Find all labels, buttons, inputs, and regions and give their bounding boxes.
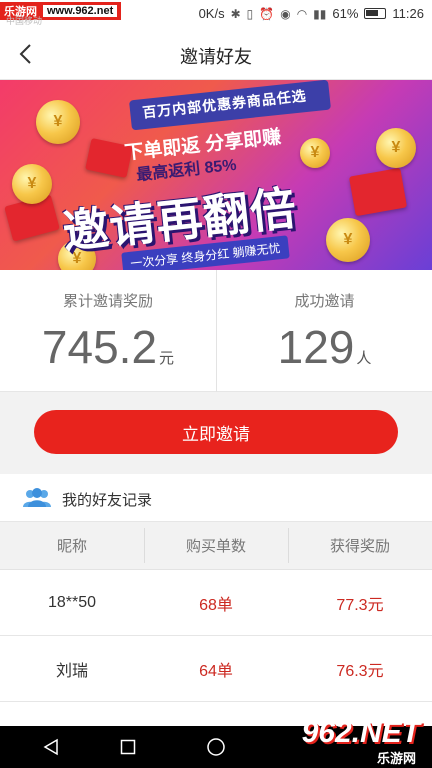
watermark-logo: 962.NET 乐游网 xyxy=(296,712,424,766)
friend-reward: 76.3元 xyxy=(336,662,384,680)
friend-reward: 77.3元 xyxy=(336,596,384,614)
watermark-url: www.962.net xyxy=(43,5,118,17)
table-header: 昵称 购买单数 获得奖励 xyxy=(0,522,432,570)
column-nickname: 昵称 xyxy=(56,538,87,555)
invited-label: 成功邀请 xyxy=(294,293,355,310)
reward-unit: 元 xyxy=(159,350,175,367)
red-envelope-icon xyxy=(348,167,408,217)
table-row: 刘瑞 64单 76.3元 xyxy=(0,636,432,702)
stats-panel: 累计邀请奖励 745.2 元 成功邀请 129 人 xyxy=(0,270,432,392)
battery-icon xyxy=(364,8,387,19)
table-row: 18**50 68单 77.3元 xyxy=(0,570,432,636)
alarm-icon: ⏰ xyxy=(259,6,275,21)
watermark-small: 乐游网 xyxy=(376,751,416,766)
status-bar: 乐游网 www.962.net 中国移动 0K/s ✱ ▯ ⏰ ◉ ◠ ▮▮ 6… xyxy=(0,0,432,28)
eye-icon: ◉ xyxy=(280,6,291,21)
friend-orders: 68单 xyxy=(199,596,233,614)
page-title: 邀请好友 xyxy=(180,47,252,67)
friend-orders: 64单 xyxy=(199,662,233,680)
network-speed: 0K/s xyxy=(198,6,225,21)
clock: 11:26 xyxy=(392,6,424,21)
battery-percent: 61% xyxy=(332,6,359,21)
records-header: 我的好友记录 xyxy=(0,474,432,522)
reward-value: 745.2 xyxy=(41,321,158,373)
column-reward: 获得奖励 xyxy=(288,522,432,569)
watermark-big: 962.NET xyxy=(301,716,420,749)
nav-recent-icon[interactable] xyxy=(120,739,136,755)
navbar: 邀请好友 xyxy=(0,28,432,80)
invited-value: 129 xyxy=(277,321,355,373)
wifi-icon: ◠ xyxy=(296,6,308,21)
coin-icon: ¥ xyxy=(36,100,80,144)
coin-icon: ¥ xyxy=(376,128,416,168)
friend-nickname: 18**50 xyxy=(47,593,97,611)
nav-back-icon[interactable] xyxy=(42,738,60,756)
invite-now-button[interactable]: 立即邀请 xyxy=(34,410,398,454)
reward-label: 累计邀请奖励 xyxy=(62,293,153,310)
status-indicators: 0K/s ✱ ▯ ⏰ ◉ ◠ ▮▮ 61% 11:26 xyxy=(199,6,424,21)
carrier-label: 中国移动 xyxy=(6,16,43,26)
coin-icon: ¥ xyxy=(300,138,330,168)
signal-icon: ▮▮ xyxy=(313,6,327,21)
invited-unit: 人 xyxy=(356,350,372,367)
invite-section: 立即邀请 xyxy=(0,392,432,474)
bluetooth-icon: ✱ xyxy=(230,6,241,21)
coin-icon: ¥ xyxy=(326,218,370,262)
promo-banner[interactable]: ¥ ¥ ¥ ¥ ¥ ¥ 百万内部优惠券商品任选 下单即返 分享即赚 最高返利 8… xyxy=(0,80,432,270)
records-title: 我的好友记录 xyxy=(62,492,153,509)
invited-stat: 成功邀请 129 人 xyxy=(216,270,432,392)
invited-value-group: 129 人 xyxy=(217,320,432,374)
column-orders: 购买单数 xyxy=(144,522,288,569)
coin-icon: ¥ xyxy=(12,164,52,204)
friend-nickname: 刘瑞 xyxy=(55,662,88,680)
reward-value-group: 745.2 元 xyxy=(0,320,216,374)
nav-home-icon[interactable] xyxy=(206,737,226,757)
vibrate-icon: ▯ xyxy=(246,6,254,21)
friends-icon xyxy=(23,488,51,507)
reward-stat: 累计邀请奖励 745.2 元 xyxy=(0,270,216,392)
